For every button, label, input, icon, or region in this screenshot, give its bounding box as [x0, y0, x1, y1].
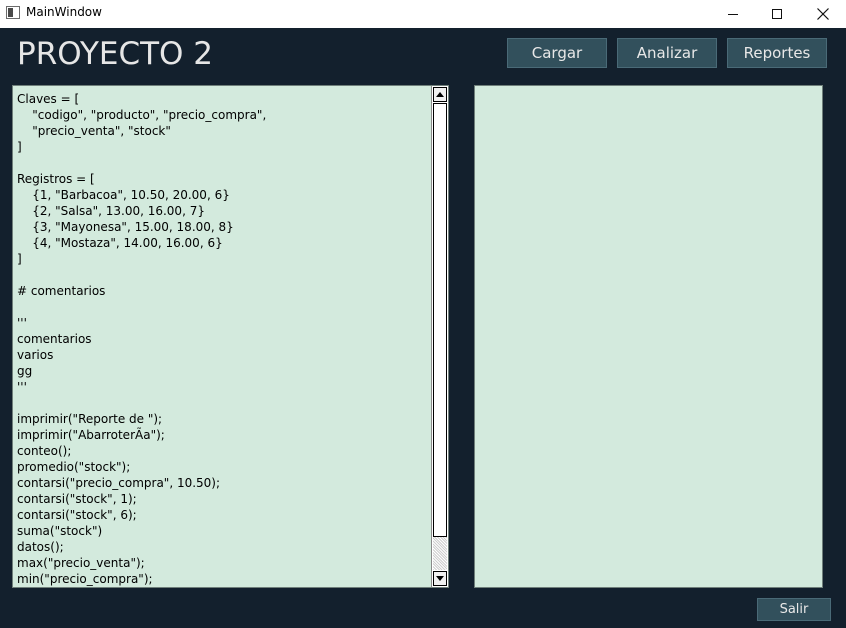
close-icon — [817, 8, 829, 20]
window-title: MainWindow — [26, 5, 102, 19]
code-editor[interactable]: Claves = [ "codigo", "producto", "precio… — [12, 85, 449, 588]
window-app-icon — [6, 6, 20, 19]
analizar-button[interactable]: Analizar — [617, 38, 717, 68]
close-button[interactable] — [800, 0, 846, 28]
output-panel[interactable] — [474, 85, 823, 588]
reportes-button[interactable]: Reportes — [727, 38, 827, 68]
maximize-icon — [772, 9, 782, 19]
scroll-down-button[interactable] — [433, 571, 447, 586]
minimize-button[interactable] — [710, 0, 756, 28]
triangle-up-icon — [436, 92, 444, 97]
title-bar: MainWindow — [0, 0, 846, 28]
triangle-down-icon — [436, 576, 444, 581]
scroll-up-button[interactable] — [433, 87, 447, 102]
maximize-button[interactable] — [754, 0, 800, 28]
page-title: PROYECTO 2 — [17, 36, 214, 72]
code-editor-text[interactable]: Claves = [ "codigo", "producto", "precio… — [17, 91, 429, 587]
minimize-icon — [728, 13, 738, 15]
salir-button[interactable]: Salir — [757, 598, 831, 621]
vertical-scrollbar[interactable] — [431, 86, 448, 587]
cargar-button[interactable]: Cargar — [507, 38, 607, 68]
scroll-thumb[interactable] — [433, 103, 447, 537]
